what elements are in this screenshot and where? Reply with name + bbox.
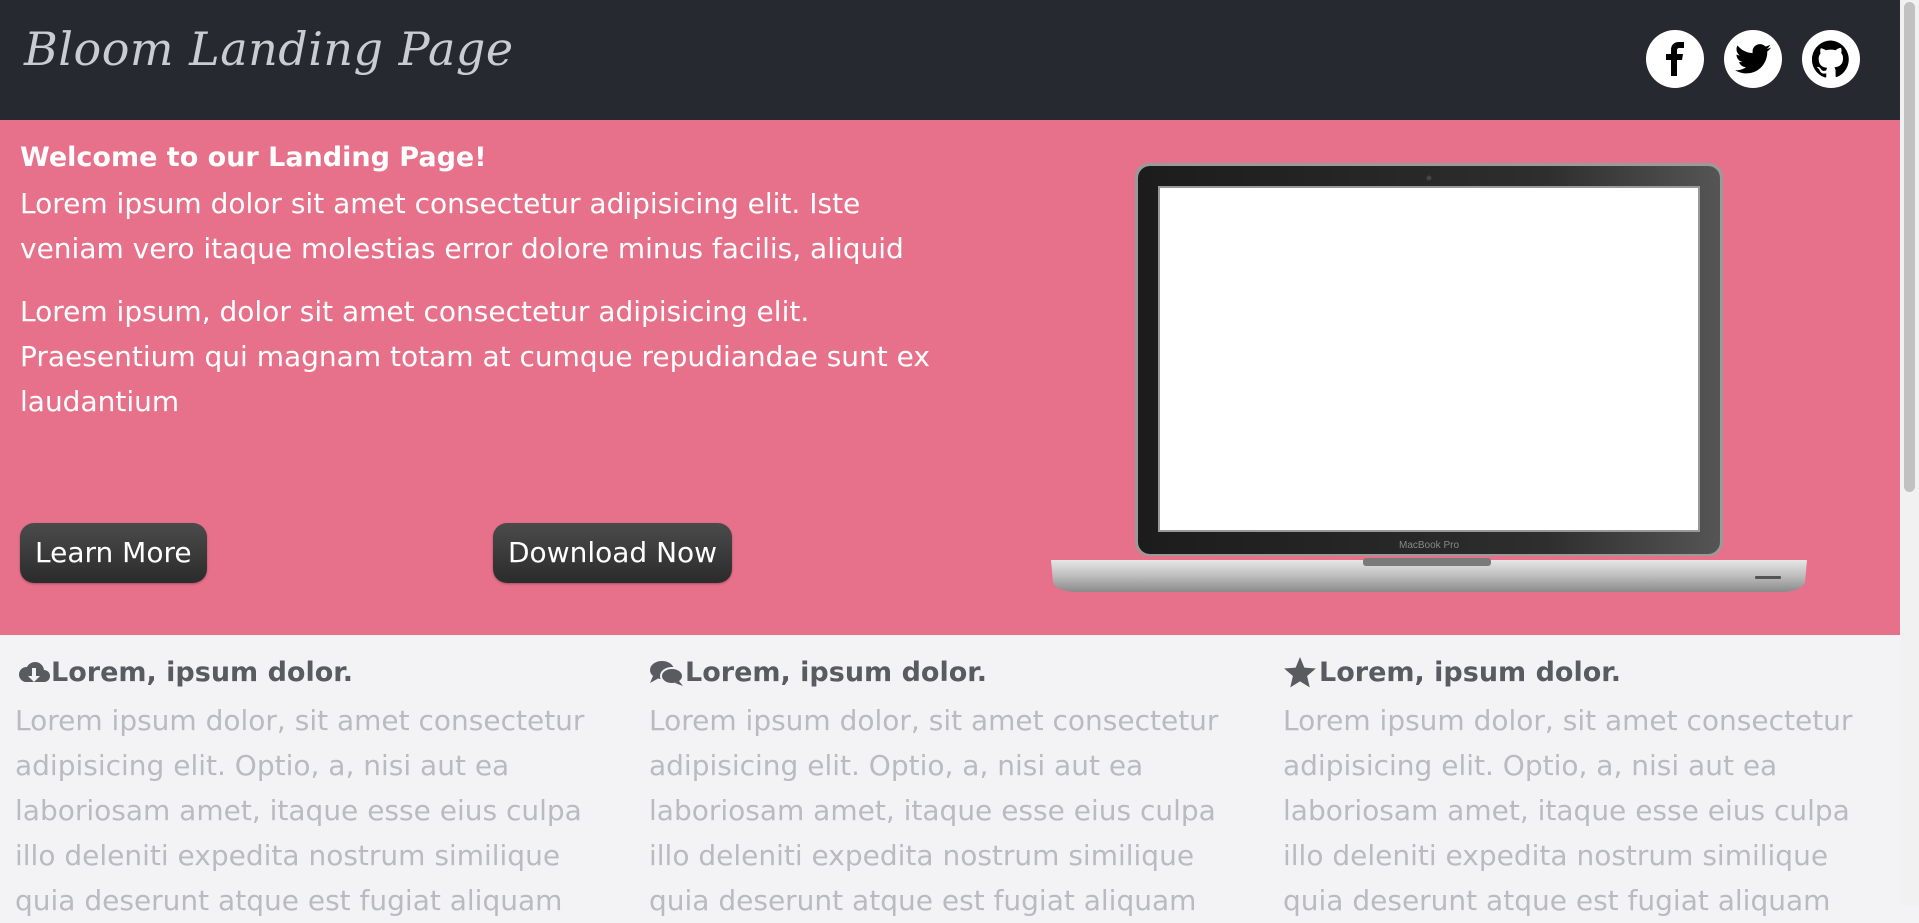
feature-title: Lorem, ipsum dolor.: [685, 657, 987, 688]
site-header: Bloom Landing Page: [0, 0, 1900, 120]
hero-text: Welcome to our Landing Page! Lorem ipsum…: [20, 142, 960, 442]
feature-title: Lorem, ipsum dolor.: [51, 657, 353, 688]
feature-text: Lorem ipsum dolor, sit amet consectetur …: [15, 704, 585, 917]
hero-paragraph-2: Lorem ipsum, dolor sit amet consectetur …: [20, 295, 930, 418]
scrollbar-thumb[interactable]: [1904, 2, 1915, 492]
learn-more-button[interactable]: Learn More: [20, 523, 207, 583]
feature-card: Lorem, ipsum dolor. Lorem ipsum dolor, s…: [1283, 656, 1863, 923]
hero-section: Welcome to our Landing Page! Lorem ipsum…: [0, 120, 1900, 635]
features-section: Lorem, ipsum dolor. Lorem ipsum dolor, s…: [0, 635, 1900, 917]
feature-card: Lorem, ipsum dolor. Lorem ipsum dolor, s…: [649, 657, 1229, 923]
comments-icon: [649, 658, 685, 688]
github-link[interactable]: [1802, 30, 1860, 88]
laptop-image: MacBook Pro: [1051, 163, 1807, 592]
site-logo[interactable]: Bloom Landing Page: [24, 22, 514, 76]
hero-paragraph-1: Lorem ipsum dolor sit amet consectetur a…: [20, 187, 904, 265]
social-links: [1646, 30, 1860, 88]
download-now-button[interactable]: Download Now: [493, 523, 733, 583]
facebook-icon: [1666, 42, 1684, 76]
hero-title: Welcome to our Landing Page!: [20, 142, 487, 173]
page-scrollbar[interactable]: [1900, 0, 1919, 905]
facebook-link[interactable]: [1646, 30, 1704, 88]
twitter-icon: [1735, 44, 1771, 74]
feature-title: Lorem, ipsum dolor.: [1319, 657, 1621, 688]
feature-text: Lorem ipsum dolor, sit amet consectetur …: [649, 704, 1219, 917]
feature-text: Lorem ipsum dolor, sit amet consectetur …: [1283, 704, 1853, 917]
feature-card: Lorem, ipsum dolor. Lorem ipsum dolor, s…: [15, 657, 595, 923]
star-icon: [1283, 656, 1319, 688]
github-icon: [1812, 40, 1849, 78]
twitter-link[interactable]: [1724, 30, 1782, 88]
laptop-brand-label: MacBook Pro: [1399, 540, 1459, 551]
cloud-download-icon: [15, 658, 51, 688]
